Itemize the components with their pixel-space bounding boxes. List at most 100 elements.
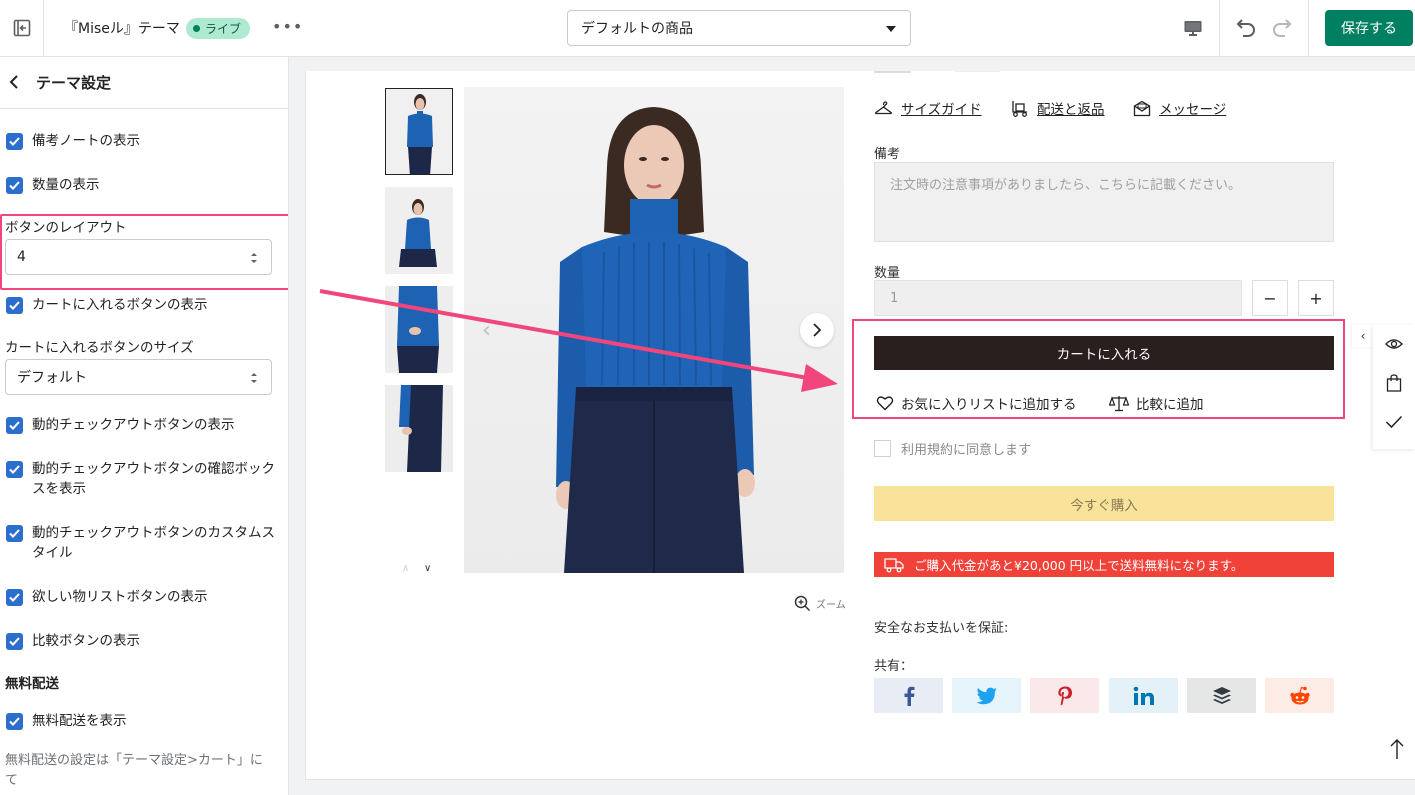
checkbox-wishlist[interactable]: 欲しい物リストボタンの表示 — [6, 589, 278, 607]
floating-cart-button[interactable] — [1383, 372, 1405, 394]
product-thumbnail-image — [385, 187, 453, 274]
floating-compare-button[interactable] — [1383, 411, 1405, 433]
cart-button-size-label: カートに入れるボタンのサイズ — [5, 340, 194, 356]
back-chevron-icon[interactable] — [7, 73, 23, 91]
sidebar-title: テーマ設定 — [36, 74, 112, 92]
share-pinterest-button[interactable] — [1030, 678, 1099, 713]
free-shipping-note: 無料配送の設定は「テーマ設定>カート」にて — [5, 753, 263, 788]
sidebar-header: テーマ設定 — [0, 57, 288, 109]
share-buffer-button[interactable] — [1187, 678, 1256, 713]
exit-button[interactable] — [0, 0, 44, 56]
cart-button-size-select[interactable]: デフォルト — [5, 359, 272, 395]
quantity-input[interactable]: 1 — [874, 280, 1242, 316]
checkbox-compare[interactable]: 比較ボタンの表示 — [6, 633, 278, 651]
checkbox-checked-icon[interactable] — [6, 589, 23, 606]
checkbox-checked-icon[interactable] — [6, 525, 23, 542]
twitter-icon — [976, 687, 997, 704]
free-shipping-banner-text: ご購入代金があと¥20,000 円以上で送料無料になります。 — [914, 558, 1244, 573]
product-thumbnail[interactable] — [385, 385, 453, 472]
device-preview-button[interactable] — [1180, 16, 1206, 42]
checkbox-free-shipping[interactable]: 無料配送を表示 — [6, 713, 278, 731]
highlight-box-layout — [0, 214, 288, 290]
live-badge-label: ライブ — [205, 22, 242, 36]
message-link[interactable]: メッセージ — [1133, 98, 1226, 118]
share-twitter-button[interactable] — [952, 678, 1021, 713]
product-thumbnail-image — [386, 89, 452, 174]
top-bar: 『Miseル』テーマ ライブ ••• デフォルトの商品 保存する — [0, 0, 1415, 57]
checkbox-checked-icon[interactable] — [6, 417, 23, 434]
shipping-link[interactable]: 配送と返品 — [1011, 98, 1105, 118]
checkbox-quantity[interactable]: 数量の表示 — [6, 177, 278, 195]
product-photo — [556, 107, 755, 573]
checkbox-checked-icon[interactable] — [6, 133, 23, 150]
chevron-right-icon — [813, 323, 822, 337]
secure-payment-label: 安全なお支払いを保証: — [874, 621, 1009, 636]
redo-icon — [1273, 19, 1292, 37]
desktop-icon — [1184, 21, 1202, 36]
share-linkedin-button[interactable] — [1109, 678, 1178, 713]
template-select-value: デフォルトの商品 — [581, 21, 693, 37]
product-main-image — [464, 87, 844, 573]
thumbnail-scroll-down-icon[interactable]: ∨ — [424, 563, 431, 574]
quantity-plus-button[interactable]: + — [1298, 280, 1334, 316]
facebook-icon — [904, 686, 914, 706]
undo-button[interactable] — [1232, 15, 1258, 41]
redo-button[interactable] — [1270, 15, 1296, 41]
shipping-label: 配送と返品 — [1037, 102, 1105, 118]
size-guide-label: サイズガイド — [901, 102, 982, 118]
buy-now-button[interactable]: 今すぐ購入 — [874, 486, 1334, 521]
save-button[interactable]: 保存する — [1325, 10, 1413, 46]
checkbox-label: 数量の表示 — [32, 177, 100, 193]
message-label: メッセージ — [1159, 102, 1227, 118]
checkbox-checked-icon[interactable] — [6, 297, 23, 314]
hanger-icon — [874, 101, 893, 115]
terms-agree-checkbox[interactable]: 利用規約に同意します — [874, 439, 1031, 458]
checkbox-checked-icon[interactable] — [6, 713, 23, 730]
checkbox-dynamic-checkout[interactable]: 動的チェックアウトボタンの表示 — [6, 417, 278, 435]
arrow-up-icon[interactable] — [1388, 738, 1406, 760]
size-guide-link[interactable]: サイズガイド — [874, 98, 982, 118]
checkbox-checked-icon[interactable] — [6, 633, 23, 650]
float-collapse-button[interactable]: ‹ — [1352, 325, 1374, 347]
share-reddit-button[interactable] — [1265, 678, 1334, 713]
image-prev-icon[interactable]: ‹ — [482, 318, 491, 343]
recently-viewed-button[interactable] — [1383, 333, 1405, 355]
zoom-button[interactable]: ズーム — [794, 595, 846, 612]
delivery-truck-icon — [884, 557, 904, 572]
quantity-label: 数量 — [874, 266, 901, 281]
template-select[interactable]: デフォルトの商品 — [567, 10, 911, 46]
share-label: 共有： — [874, 659, 914, 674]
checkbox-label: カートに入れるボタンの表示 — [32, 297, 208, 313]
caret-down-icon — [886, 26, 896, 32]
checkbox-label: 動的チェックアウトボタンの表示 — [32, 417, 235, 433]
checkbox-note[interactable]: 備考ノートの表示 — [6, 133, 278, 151]
product-thumbnail[interactable] — [385, 187, 453, 274]
checkbox-checked-icon[interactable] — [6, 177, 23, 194]
checkbox-unchecked-icon[interactable] — [874, 440, 891, 457]
quantity-minus-button[interactable]: − — [1252, 280, 1288, 316]
checkbox-label: 無料配送を表示 — [32, 713, 127, 729]
note-textarea[interactable]: 注文時の注意事項がありましたら、こちらに記載ください。 — [874, 162, 1334, 242]
checkbox-dynamic-checkout-confirm[interactable]: 動的チェックアウトボタンの確認ボックスを表示 — [6, 461, 278, 499]
share-facebook-button[interactable] — [874, 678, 943, 713]
checkbox-label: 動的チェックアウトボタンの確認ボックスを表示 — [32, 461, 275, 497]
product-thumbnail[interactable] — [385, 88, 453, 175]
product-thumbnail[interactable] — [385, 286, 453, 373]
zoom-icon — [794, 595, 811, 612]
free-shipping-banner: ご購入代金があと¥20,000 円以上で送料無料になります。 — [874, 552, 1334, 577]
terms-agree-label: 利用規約に同意します — [901, 443, 1032, 458]
checkbox-cart-button[interactable]: カートに入れるボタンの表示 — [6, 297, 278, 315]
thumbnail-scroll-up-icon[interactable]: ∧ — [402, 563, 409, 574]
more-actions-button[interactable]: ••• — [272, 17, 303, 36]
free-shipping-heading: 無料配送 — [5, 676, 59, 692]
truck-icon — [1012, 100, 1027, 117]
product-thumbnail-image — [385, 385, 453, 472]
image-next-button[interactable] — [800, 313, 834, 347]
live-dot-icon — [193, 25, 200, 32]
checkbox-dynamic-checkout-custom[interactable]: 動的チェックアウトボタンのカスタムスタイル — [6, 525, 278, 563]
exit-icon — [13, 19, 30, 37]
checkbox-checked-icon[interactable] — [6, 461, 23, 478]
checkbox-label: 欲しい物リストボタンの表示 — [32, 589, 208, 605]
reddit-icon — [1289, 686, 1310, 704]
zoom-label: ズーム — [816, 600, 846, 611]
